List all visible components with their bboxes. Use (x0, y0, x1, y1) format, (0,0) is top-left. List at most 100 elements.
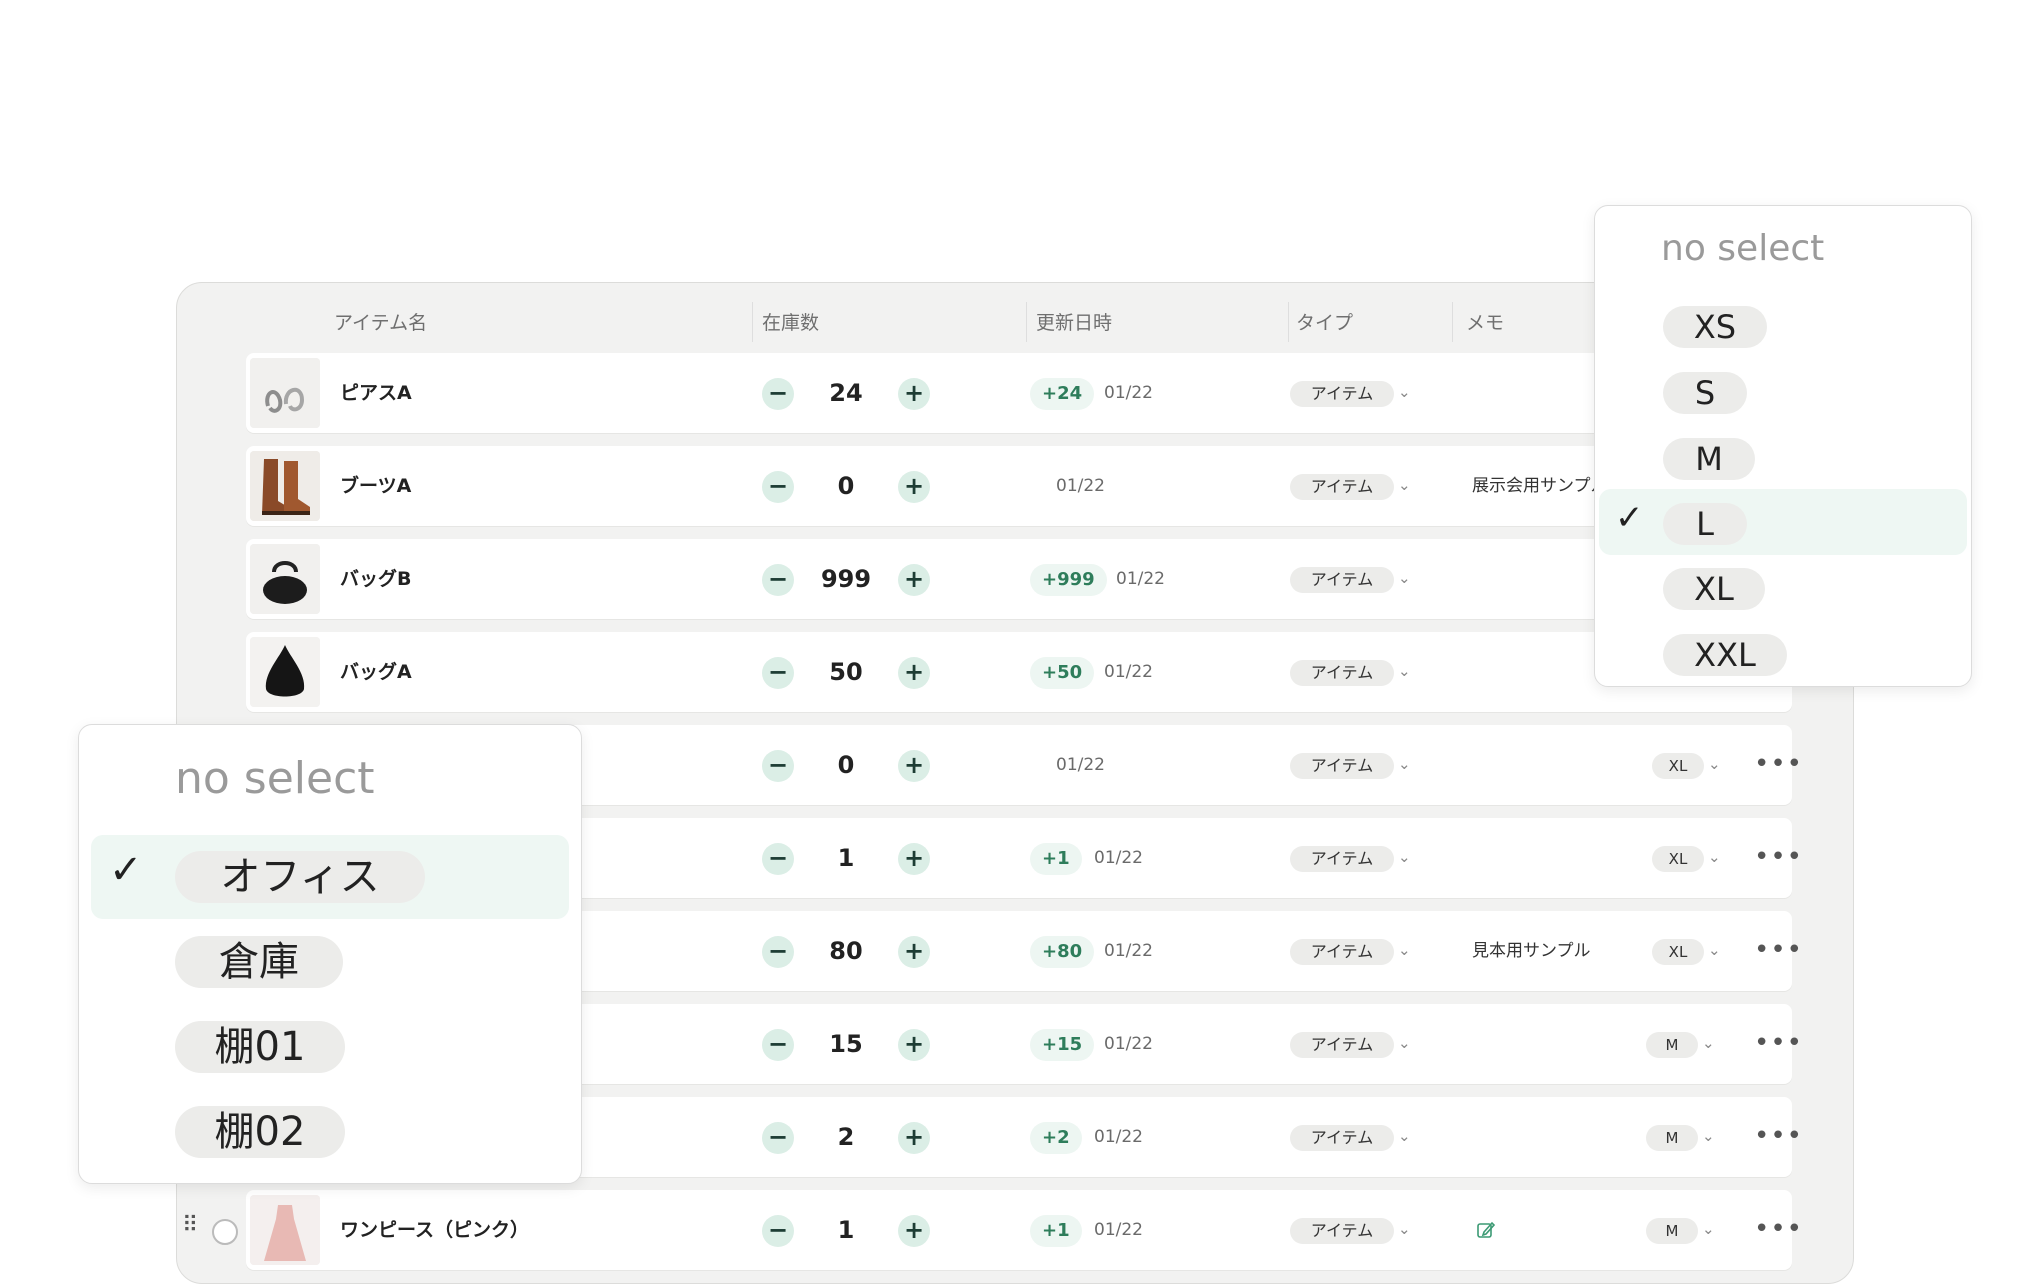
size-option-m[interactable]: M (1663, 438, 1755, 480)
size-select[interactable]: XL (1652, 753, 1704, 779)
size-option-xs[interactable]: XS (1663, 306, 1767, 348)
chevron-down-icon[interactable]: ⌄ (1702, 1214, 1715, 1244)
decrement-button[interactable]: − (762, 1029, 794, 1061)
increment-button[interactable]: + (898, 471, 930, 503)
dropdown-placeholder[interactable]: no select (175, 753, 375, 804)
column-header-type[interactable]: タイプ (1296, 310, 1353, 336)
more-options-button[interactable]: ••• (1754, 1210, 1802, 1250)
location-option-shelf01[interactable]: 棚01 (175, 1021, 345, 1073)
table-row[interactable]: バッグB − 999 + +999 01/22 アイテム ⌄ (246, 539, 1792, 619)
drag-handle-icon[interactable]: ⠿ (182, 1213, 198, 1238)
table-row[interactable]: ピアスA − 24 + +24 01/22 アイテム ⌄ (246, 353, 1792, 433)
more-options-button[interactable]: ••• (1754, 1024, 1802, 1064)
type-select[interactable]: アイテム (1290, 939, 1394, 965)
stock-quantity[interactable]: 1 (794, 1190, 898, 1270)
size-select[interactable]: M (1646, 1125, 1698, 1151)
column-header-item-name[interactable]: アイテム名 (334, 310, 427, 336)
more-options-button[interactable]: ••• (1754, 1117, 1802, 1157)
location-option-office[interactable]: オフィス (175, 851, 425, 903)
bag-thumbnail[interactable] (250, 544, 320, 614)
size-select[interactable]: M (1646, 1218, 1698, 1244)
increment-button[interactable]: + (898, 936, 930, 968)
chevron-down-icon[interactable]: ⌄ (1702, 1028, 1715, 1058)
stock-quantity[interactable]: 999 (794, 539, 898, 619)
increment-button[interactable]: + (898, 657, 930, 689)
chevron-down-icon[interactable]: ⌄ (1708, 749, 1721, 779)
size-option-xl[interactable]: XL (1663, 568, 1765, 610)
memo-text[interactable]: 見本用サンプル (1472, 911, 1591, 991)
dropdown-placeholder[interactable]: no select (1661, 228, 1824, 269)
decrement-button[interactable]: − (762, 1122, 794, 1154)
decrement-button[interactable]: − (762, 471, 794, 503)
stock-quantity[interactable]: 15 (794, 1004, 898, 1084)
chevron-down-icon[interactable]: ⌄ (1398, 749, 1411, 779)
decrement-button[interactable]: − (762, 1215, 794, 1247)
edit-memo-icon[interactable] (1476, 1220, 1496, 1240)
size-option-xxl[interactable]: XXL (1663, 634, 1787, 676)
size-dropdown[interactable]: no select XS S M ✓ L XL XXL (1594, 205, 1972, 687)
size-option-s[interactable]: S (1663, 372, 1747, 414)
more-options-button[interactable]: ••• (1754, 838, 1802, 878)
type-select[interactable]: アイテム (1290, 381, 1394, 407)
increment-button[interactable]: + (898, 1029, 930, 1061)
decrement-button[interactable]: − (762, 564, 794, 596)
stock-quantity[interactable]: 2 (794, 1097, 898, 1177)
increment-button[interactable]: + (898, 1122, 930, 1154)
stock-quantity[interactable]: 80 (794, 911, 898, 991)
size-select[interactable]: M (1646, 1032, 1698, 1058)
increment-button[interactable]: + (898, 750, 930, 782)
type-select[interactable]: アイテム (1290, 1218, 1394, 1244)
decrement-button[interactable]: − (762, 657, 794, 689)
stock-quantity[interactable]: 0 (794, 725, 898, 805)
chevron-down-icon[interactable]: ⌄ (1398, 842, 1411, 872)
size-select[interactable]: XL (1652, 846, 1704, 872)
increment-button[interactable]: + (898, 564, 930, 596)
decrement-button[interactable]: − (762, 936, 794, 968)
chevron-down-icon[interactable]: ⌄ (1702, 1121, 1715, 1151)
bag-thumbnail[interactable] (250, 637, 320, 707)
table-row[interactable]: バッグA − 50 + +50 01/22 アイテム ⌄ (246, 632, 1792, 712)
column-header-updated[interactable]: 更新日時 (1036, 310, 1112, 336)
location-option-warehouse[interactable]: 倉庫 (175, 936, 343, 988)
memo-text[interactable]: 展示会用サンプル (1472, 446, 1608, 526)
increment-button[interactable]: + (898, 378, 930, 410)
table-row[interactable]: ワンピース（ピンク） − 1 + +1 01/22 アイテム ⌄ M ⌄ ••• (246, 1190, 1802, 1270)
size-select[interactable]: XL (1652, 939, 1704, 965)
type-select[interactable]: アイテム (1290, 846, 1394, 872)
column-header-stock[interactable]: 在庫数 (762, 310, 819, 336)
chevron-down-icon[interactable]: ⌄ (1398, 563, 1411, 593)
chevron-down-icon[interactable]: ⌄ (1398, 935, 1411, 965)
stock-quantity[interactable]: 50 (794, 632, 898, 712)
type-select[interactable]: アイテム (1290, 1125, 1394, 1151)
chevron-down-icon[interactable]: ⌄ (1398, 1121, 1411, 1151)
chevron-down-icon[interactable]: ⌄ (1398, 1028, 1411, 1058)
type-select[interactable]: アイテム (1290, 567, 1394, 593)
type-select[interactable]: アイテム (1290, 1032, 1394, 1058)
chevron-down-icon[interactable]: ⌄ (1708, 842, 1721, 872)
location-dropdown[interactable]: no select ✓ オフィス 倉庫 棚01 棚02 (78, 724, 582, 1184)
type-select[interactable]: アイテム (1290, 474, 1394, 500)
increment-button[interactable]: + (898, 1215, 930, 1247)
stock-quantity[interactable]: 0 (794, 446, 898, 526)
chevron-down-icon[interactable]: ⌄ (1398, 656, 1411, 686)
row-checkbox[interactable] (212, 1219, 238, 1245)
chevron-down-icon[interactable]: ⌄ (1398, 377, 1411, 407)
more-options-button[interactable]: ••• (1754, 931, 1802, 971)
selected-option-highlight[interactable] (1599, 489, 1967, 555)
location-option-shelf02[interactable]: 棚02 (175, 1106, 345, 1158)
type-select[interactable]: アイテム (1290, 753, 1394, 779)
type-select[interactable]: アイテム (1290, 660, 1394, 686)
chevron-down-icon[interactable]: ⌄ (1398, 470, 1411, 500)
stock-quantity[interactable]: 1 (794, 818, 898, 898)
chevron-down-icon[interactable]: ⌄ (1708, 935, 1721, 965)
dress-thumbnail[interactable] (250, 1195, 320, 1265)
chevron-down-icon[interactable]: ⌄ (1398, 1214, 1411, 1244)
earring-thumbnail[interactable] (250, 358, 320, 428)
table-row[interactable]: ブーツA − 0 + 01/22 アイテム ⌄ 展示会用サンプル (246, 446, 1792, 526)
stock-quantity[interactable]: 24 (794, 353, 898, 433)
boots-thumbnail[interactable] (250, 451, 320, 521)
size-option-l[interactable]: L (1663, 503, 1747, 545)
increment-button[interactable]: + (898, 843, 930, 875)
decrement-button[interactable]: − (762, 843, 794, 875)
decrement-button[interactable]: − (762, 378, 794, 410)
